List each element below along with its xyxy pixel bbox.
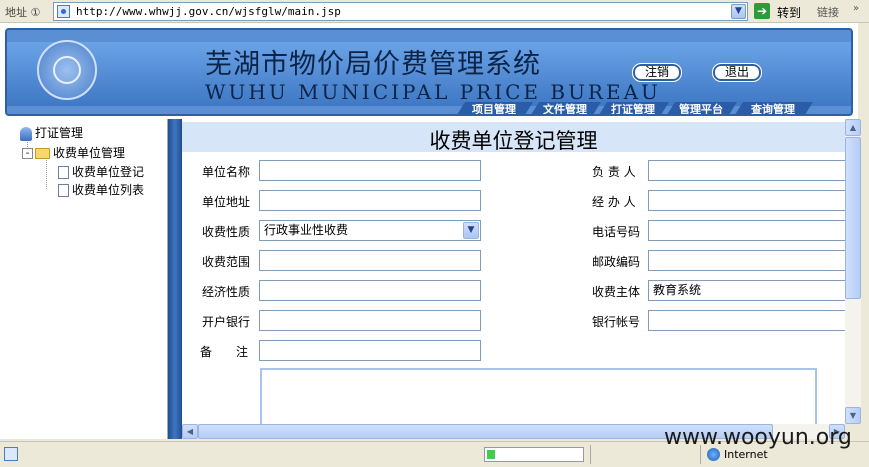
folder-open-icon xyxy=(35,148,50,159)
root-node-icon xyxy=(20,126,32,141)
logout-button[interactable]: 注销 xyxy=(632,63,682,82)
document-icon xyxy=(58,166,69,179)
tab-file-management[interactable]: 文件管理 xyxy=(529,102,601,116)
tree-root-certificate-management[interactable]: 打证管理 xyxy=(20,124,83,141)
page-title: 收费单位登记管理 xyxy=(429,129,598,153)
address-toolbar: 地址 ① http://www.whwjj.gov.cn/wjsfglw/mai… xyxy=(0,0,869,23)
system-title: 芜湖市物价局价费管理系统 xyxy=(205,49,541,80)
address-input[interactable]: http://www.whwjj.gov.cn/wjsfglw/main.jsp… xyxy=(53,2,748,21)
address-label: 地址 ① xyxy=(5,6,41,19)
unit-name-label: 单位名称 xyxy=(202,165,251,179)
unit-name-field[interactable] xyxy=(259,160,481,181)
unit-address-field[interactable] xyxy=(259,190,481,211)
tree-folder-label: 收费单位管理 xyxy=(53,146,126,160)
bank-field[interactable] xyxy=(259,310,481,331)
sidebar-item-label: 收费单位登记 xyxy=(72,165,145,179)
scroll-left-icon[interactable]: ◀ xyxy=(182,424,198,439)
banner-panel: 芜湖市物价局价费管理系统 WUHU MUNICIPAL PRICE BUREAU… xyxy=(5,28,853,116)
progress-fill xyxy=(487,450,495,459)
fee-subject-label: 收费主体 xyxy=(592,285,641,299)
sidebar-tree: 打证管理 - 收费单位管理 收费单位登记 收费单位列表 xyxy=(0,119,168,439)
chevron-right-icon[interactable]: » xyxy=(853,3,859,14)
fee-subject-field[interactable]: 教育系统 xyxy=(648,280,845,301)
chevron-down-icon[interactable]: ▼ xyxy=(463,222,479,239)
status-divider xyxy=(590,445,591,464)
document-icon xyxy=(58,184,69,197)
links-button[interactable]: 链接 xyxy=(817,4,839,20)
tab-certificate-management[interactable]: 打证管理 xyxy=(597,102,669,116)
tab-query-management[interactable]: 查询管理 xyxy=(733,102,813,116)
fee-nature-select[interactable]: 行政事业性收费 ▼ xyxy=(259,220,481,241)
scroll-up-icon[interactable]: ▲ xyxy=(845,119,861,136)
phone-label: 电话号码 xyxy=(592,225,641,239)
postcode-label: 邮政编码 xyxy=(592,255,641,269)
fee-scope-label: 收费范围 xyxy=(202,255,251,269)
page-status-icon xyxy=(4,447,18,461)
phone-field[interactable] xyxy=(648,220,845,241)
go-label: 转到 xyxy=(777,6,802,20)
unit-address-label: 单位地址 xyxy=(202,195,251,209)
header-banner: 芜湖市物价局价费管理系统 WUHU MUNICIPAL PRICE BUREAU… xyxy=(0,23,858,119)
exit-button[interactable]: 退出 xyxy=(712,63,762,82)
notes-textarea[interactable] xyxy=(260,368,817,424)
bank-label: 开户银行 xyxy=(202,315,251,329)
vertical-scroll-thumb[interactable] xyxy=(845,137,861,299)
tree-folder-fee-unit[interactable]: - 收费单位管理 xyxy=(22,144,125,161)
top-tabs: 项目管理 文件管理 打证管理 管理平台 查询管理 xyxy=(455,102,825,116)
person-in-charge-label: 负 责 人 xyxy=(592,165,636,179)
collapse-toggle-icon[interactable]: - xyxy=(22,148,33,159)
main-content: 收费单位登记管理 单位名称 单位地址 收费性质 行政事业性收费 ▼ 收费范围 经… xyxy=(182,119,845,424)
page-title-bar: 收费单位登记管理 xyxy=(182,122,845,153)
frame-splitter[interactable] xyxy=(168,119,182,439)
vertical-scrollbar[interactable]: ▲ ▼ xyxy=(845,119,861,424)
fee-scope-field[interactable] xyxy=(259,250,481,271)
postcode-field[interactable] xyxy=(648,250,845,271)
loading-progress-bar xyxy=(484,447,584,462)
handler-field[interactable] xyxy=(648,190,845,211)
notes-field[interactable] xyxy=(259,340,481,361)
go-button[interactable]: ➔ 转到 xyxy=(752,1,808,22)
handler-label: 经 办 人 xyxy=(592,195,636,209)
scroll-down-icon[interactable]: ▼ xyxy=(845,407,861,424)
tree-root-label: 打证管理 xyxy=(35,126,84,140)
watermark-text: www.wooyun.org xyxy=(664,425,852,450)
bank-account-label: 银行帐号 xyxy=(592,315,641,329)
economic-nature-field[interactable] xyxy=(259,280,481,301)
person-in-charge-field[interactable] xyxy=(648,160,845,181)
address-dropdown-icon[interactable]: ▼ xyxy=(731,4,746,19)
bank-account-field[interactable] xyxy=(648,310,845,331)
notes-label: 备 注 xyxy=(200,345,249,359)
fee-nature-value: 行政事业性收费 xyxy=(264,223,349,237)
system-subtitle: WUHU MUNICIPAL PRICE BUREAU xyxy=(205,80,661,104)
sidebar-item-unit-registration[interactable]: 收费单位登记 xyxy=(58,163,144,180)
sidebar-item-unit-list[interactable]: 收费单位列表 xyxy=(58,181,144,198)
tab-item-management[interactable]: 项目管理 xyxy=(455,102,533,116)
go-arrow-icon: ➔ xyxy=(754,3,770,19)
tab-admin-platform[interactable]: 管理平台 xyxy=(665,102,737,116)
address-url[interactable]: http://www.whwjj.gov.cn/wjsfglw/main.jsp xyxy=(76,5,341,18)
economic-nature-label: 经济性质 xyxy=(202,285,251,299)
page-icon xyxy=(57,5,70,18)
emblem-logo-icon xyxy=(37,40,97,100)
sidebar-item-label: 收费单位列表 xyxy=(72,183,145,197)
fee-nature-label: 收费性质 xyxy=(202,225,251,239)
